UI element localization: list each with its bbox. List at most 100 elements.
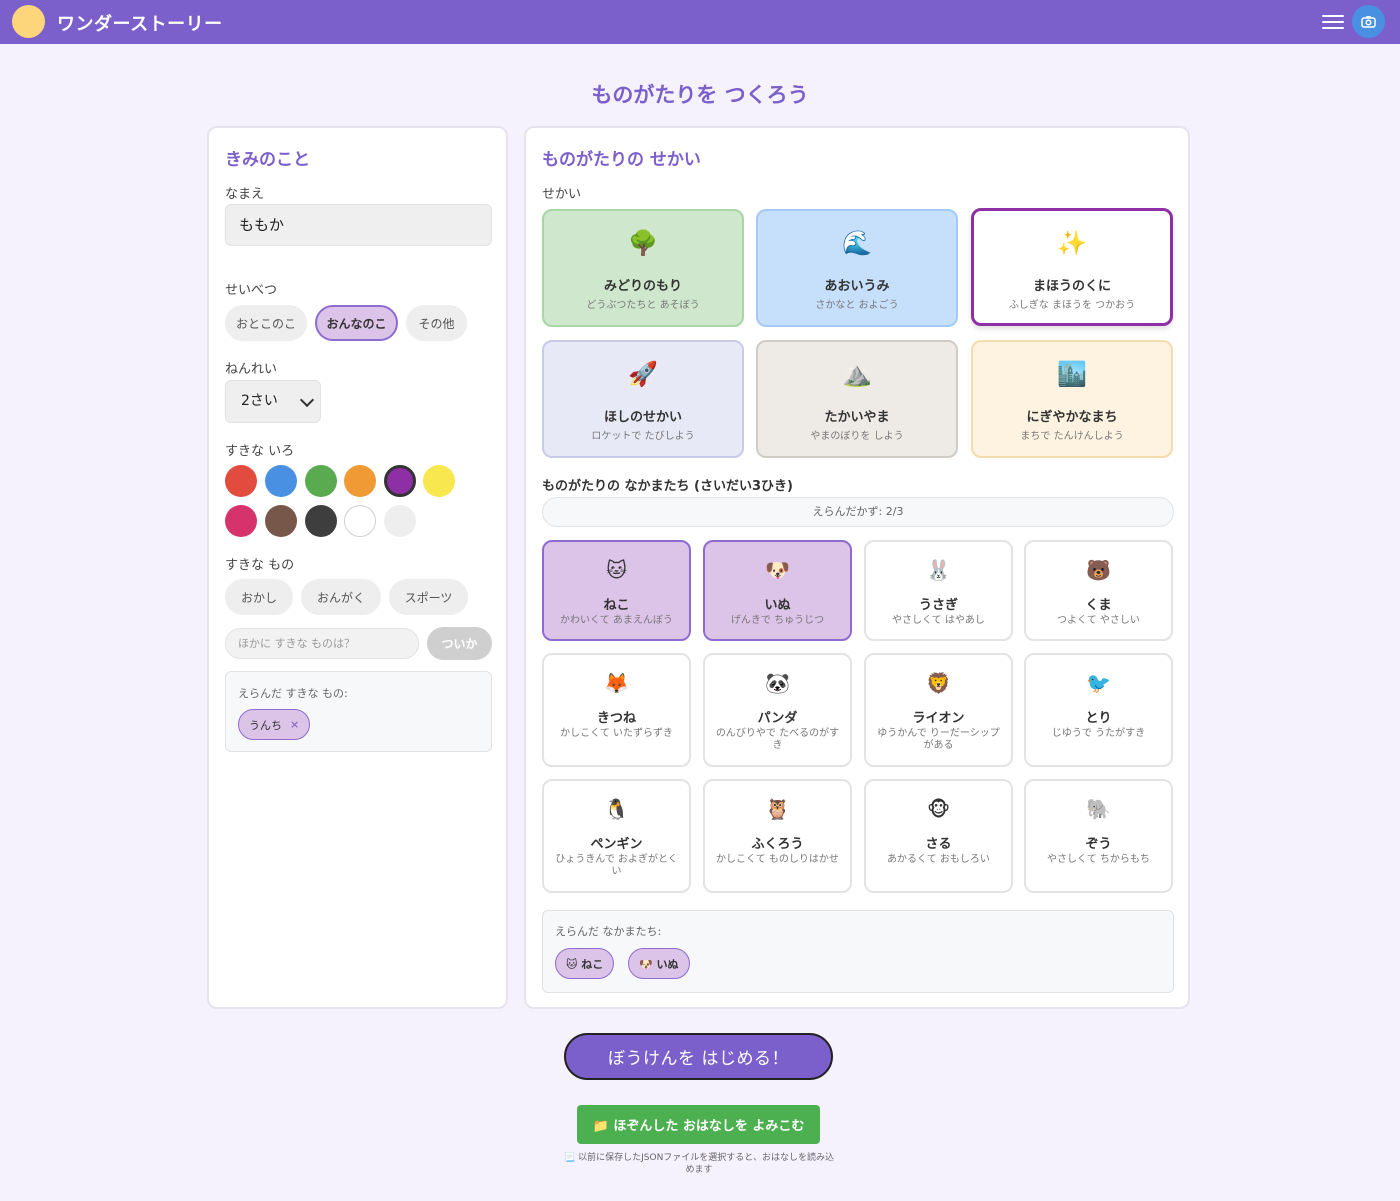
camera-button[interactable] xyxy=(1352,5,1385,38)
selected-friend-label: 🐶 いぬ xyxy=(639,957,679,971)
world-title: ものがたりの せかい xyxy=(542,150,701,170)
color-swatch-orange[interactable] xyxy=(344,465,376,497)
color-swatch-white[interactable] xyxy=(344,505,376,537)
world-desc: ふしぎな まほうを つかおう xyxy=(1008,300,1136,311)
like-option-sports[interactable]: スポーツ xyxy=(389,579,468,615)
wave-icon: 🌊 xyxy=(842,229,872,257)
color-label: すきな いろ xyxy=(225,444,295,459)
age-label: ねんれい xyxy=(225,362,278,377)
friend-card-monkey[interactable]: 🐵 さる あかるくて おもしろい xyxy=(864,779,1013,893)
color-swatch-yellow[interactable] xyxy=(423,465,455,497)
name-label: なまえ xyxy=(225,187,265,202)
gender-option-girl[interactable]: おんなのこ xyxy=(315,305,398,341)
friend-card-penguin[interactable]: 🐧 ペンギン ひょうきんで およぎがとくい xyxy=(542,779,691,893)
gender-option-boy[interactable]: おとこのこ xyxy=(225,305,307,341)
color-swatch-purple[interactable] xyxy=(384,465,416,497)
load-story-button[interactable]: 📁 ほぞんした おはなしを よみこむ xyxy=(577,1105,820,1144)
friend-name: さる xyxy=(925,837,952,852)
rabbit-icon: 🐰 xyxy=(926,558,951,582)
selected-friend-tag[interactable]: 🐶 いぬ xyxy=(628,948,690,979)
penguin-icon: 🐧 xyxy=(604,797,629,821)
cat-icon: 🐱 xyxy=(606,558,627,582)
world-card-forest[interactable]: 🌳 みどりのもり どうぶつたちと あそぼう xyxy=(542,209,744,327)
app-title: ワンダーストーリー xyxy=(57,14,223,35)
color-swatch-brown[interactable] xyxy=(265,505,297,537)
camera-icon xyxy=(1361,16,1376,28)
world-card-city[interactable]: 🏙️ にぎやかなまち まちで たんけんしよう xyxy=(971,340,1173,458)
selected-likes-caption: えらんだ すきな もの: xyxy=(238,687,348,700)
friend-card-lion[interactable]: 🦁 ライオン ゆうかんで りーだーシップがある xyxy=(864,653,1013,767)
tree-icon: 🌳 xyxy=(628,229,658,257)
selected-friend-tag[interactable]: 🐱 ねこ xyxy=(555,948,615,979)
friend-card-fox[interactable]: 🦊 きつね かしこくて いたずらずき xyxy=(542,653,691,767)
friend-card-dog[interactable]: 🐶 いぬ げんきで ちゅうじつ xyxy=(703,540,852,641)
page-title: ものがたりを つくろう xyxy=(591,83,809,107)
mountain-icon: ⛰️ xyxy=(842,360,872,388)
friend-name: ふくろう xyxy=(751,837,804,852)
friend-desc: のんびりやで たべるのがすき xyxy=(715,728,840,751)
friend-desc: やさしくて はやあし xyxy=(892,615,985,626)
color-swatch-red[interactable] xyxy=(225,465,257,497)
color-swatch-green[interactable] xyxy=(305,465,337,497)
add-like-button[interactable]: ついか xyxy=(427,627,492,660)
start-adventure-button[interactable]: ぼうけんを はじめる！ xyxy=(564,1033,833,1080)
friend-card-cat[interactable]: 🐱 ねこ かわいくて あまえんぼう xyxy=(542,540,691,641)
like-option-snacks[interactable]: おかし xyxy=(225,579,293,615)
friend-name: パンダ xyxy=(757,711,798,726)
world-card-mountain[interactable]: ⛰️ たかいやま やまのぼりを しよう xyxy=(756,340,958,458)
world-desc: やまのぼりを しよう xyxy=(810,431,904,442)
friend-name: いぬ xyxy=(764,598,791,613)
bird-icon: 🐦 xyxy=(1086,671,1111,695)
friend-name: ライオン xyxy=(912,711,965,726)
color-swatch-light-gray[interactable] xyxy=(384,505,416,537)
friend-desc: あかるくて おもしろい xyxy=(887,854,990,865)
friend-desc: ゆうかんで りーだーシップがある xyxy=(877,728,1000,751)
friend-card-bear[interactable]: 🐻 くま つよくて やさしい xyxy=(1024,540,1173,641)
world-name: たかいやま xyxy=(824,410,890,425)
fox-icon: 🦊 xyxy=(604,671,629,695)
friend-name: くま xyxy=(1085,598,1112,613)
age-select[interactable]: 2さい xyxy=(225,380,321,423)
friend-name: ぞう xyxy=(1085,837,1112,852)
friend-desc: ひょうきんで およぎがとくい xyxy=(555,854,678,877)
other-likes-input[interactable]: ほかに すきな ものは？ xyxy=(225,628,419,659)
world-name: みどりのもり xyxy=(603,279,682,294)
friend-card-owl[interactable]: 🦉 ふくろう かしこくて ものしりはかせ xyxy=(703,779,852,893)
friend-name: ねこ xyxy=(603,598,630,613)
world-card-ocean[interactable]: 🌊 あおいうみ さかなと およごう xyxy=(756,209,958,327)
profile-title: きみのこと xyxy=(225,150,310,170)
friends-count: えらんだかず: 2/3 xyxy=(542,497,1174,527)
bear-icon: 🐻 xyxy=(1086,558,1111,582)
color-swatch-pink[interactable] xyxy=(225,505,257,537)
name-input[interactable]: ももか xyxy=(225,204,492,246)
world-desc: ロケットで たびしよう xyxy=(591,431,695,442)
friend-card-elephant[interactable]: 🐘 ぞう やさしくて ちからもち xyxy=(1024,779,1173,893)
friend-desc: かしこくて いたずらずき xyxy=(560,728,673,739)
gender-option-other[interactable]: その他 xyxy=(406,305,467,341)
profile-panel: きみのこと なまえ ももか せいべつ おとこのこ おんなのこ その他 ねんれい … xyxy=(207,126,508,1009)
color-swatch-blue[interactable] xyxy=(265,465,297,497)
elephant-icon: 🐘 xyxy=(1086,797,1111,821)
selected-like-label: うんち xyxy=(249,718,282,732)
friend-name: きつね xyxy=(596,711,636,726)
app-logo xyxy=(12,5,45,38)
friend-desc: げんきで ちゅうじつ xyxy=(730,615,825,626)
panda-icon: 🐼 xyxy=(765,671,790,695)
hamburger-menu-icon[interactable] xyxy=(1322,12,1344,32)
remove-like-icon[interactable]: × xyxy=(290,718,299,731)
world-card-space[interactable]: 🚀 ほしのせかい ロケットで たびしよう xyxy=(542,340,744,458)
color-swatch-black[interactable] xyxy=(305,505,337,537)
sparkles-icon: ✨ xyxy=(1057,229,1087,257)
likes-label: すきな もの xyxy=(225,558,295,573)
world-desc: さかなと およごう xyxy=(815,300,899,311)
world-name: まほうのくに xyxy=(1032,279,1111,294)
like-option-music[interactable]: おんがく xyxy=(301,579,381,615)
world-card-magic[interactable]: ✨ まほうのくに ふしぎな まほうを つかおう xyxy=(971,208,1173,326)
friend-card-panda[interactable]: 🐼 パンダ のんびりやで たべるのがすき xyxy=(703,653,852,767)
monkey-icon: 🐵 xyxy=(926,797,951,821)
chevron-down-icon xyxy=(299,392,315,408)
friend-card-rabbit[interactable]: 🐰 うさぎ やさしくて はやあし xyxy=(864,540,1013,641)
friend-card-bird[interactable]: 🐦 とり じゆうで うたがすき xyxy=(1024,653,1173,767)
friend-name: うさぎ xyxy=(918,598,958,613)
rocket-icon: 🚀 xyxy=(628,360,658,388)
